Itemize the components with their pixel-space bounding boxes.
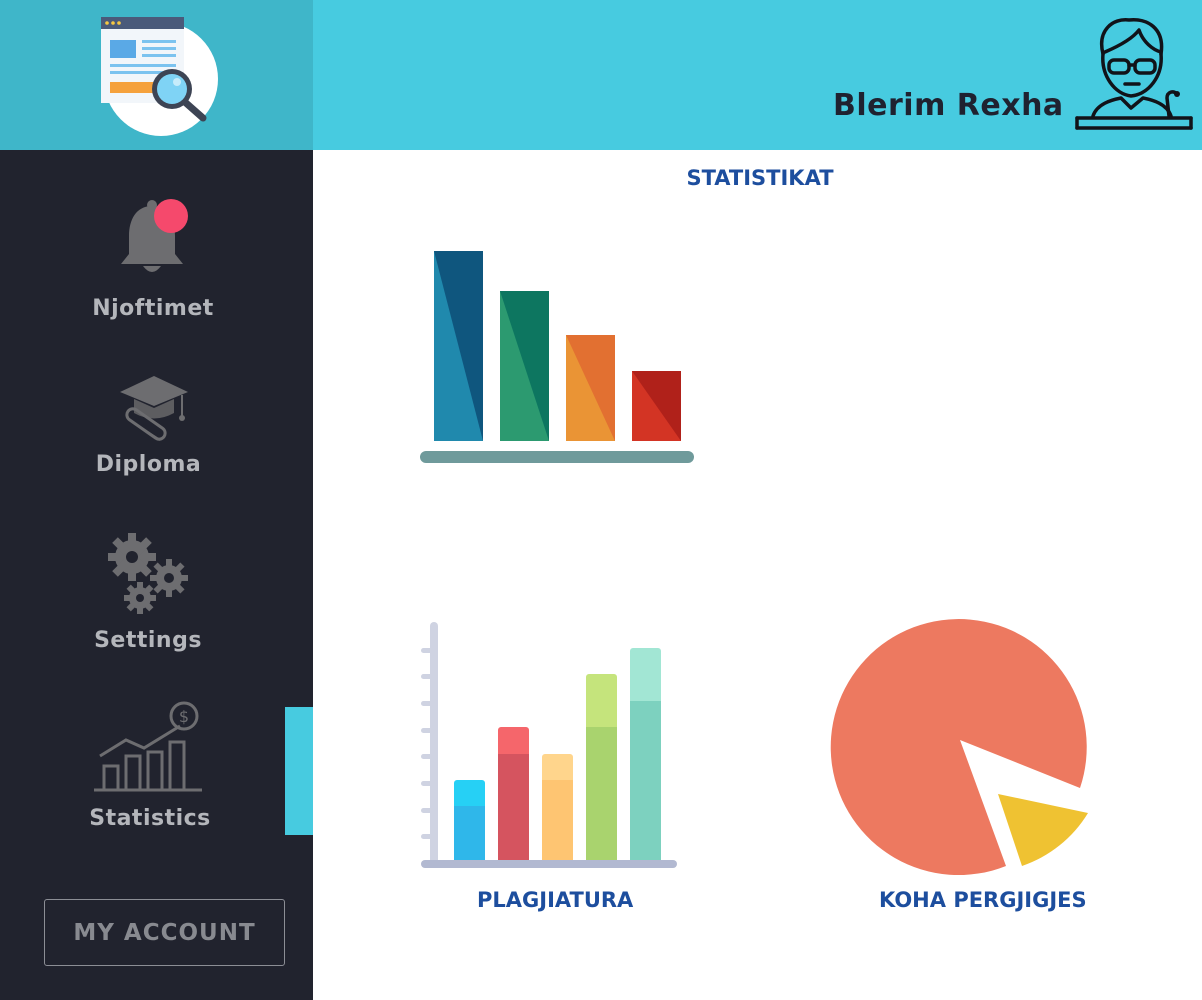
- sidebar-item-label: Settings: [94, 628, 202, 653]
- svg-text:$: $: [179, 707, 189, 726]
- sidebar-item-label: Statistics: [89, 806, 211, 831]
- plagjiatura-chart[interactable]: [415, 618, 685, 873]
- page-title: STATISTIKAT: [686, 166, 834, 190]
- sidebar-item-njoftimet[interactable]: Njoftimet: [0, 196, 300, 321]
- sidebar-item-settings[interactable]: Settings: [0, 530, 300, 653]
- teacher-avatar-icon[interactable]: [1073, 12, 1195, 136]
- my-account-button[interactable]: MY ACCOUNT: [44, 899, 285, 966]
- sidebar-item-label: Diploma: [95, 452, 202, 477]
- active-nav-indicator: [285, 707, 313, 835]
- gears-icon: [108, 533, 188, 614]
- sidebar-item-label: Njoftimet: [92, 296, 214, 321]
- stacked-bar-chart-icon: [421, 622, 677, 868]
- graduation-cap-diploma-icon: [120, 376, 188, 441]
- document-search-logo-icon: [101, 17, 218, 136]
- logo-area[interactable]: [0, 0, 313, 150]
- plagjiatura-label[interactable]: PLAGJIATURA: [477, 888, 633, 912]
- top-bar: Blerim Rexha: [313, 0, 1202, 150]
- bar-chart-illustration-icon: [420, 251, 694, 463]
- bell-icon: [121, 199, 188, 272]
- bar-growth-dollar-icon: $: [94, 701, 202, 792]
- sidebar-item-statistics[interactable]: $ Statistics: [0, 700, 300, 831]
- user-name[interactable]: Blerim Rexha: [833, 88, 1064, 123]
- app-window: Njoftimet Diploma Settings $ Statistics …: [0, 0, 1202, 1000]
- koha-pergjigjes-label[interactable]: KOHA PERGJIGJES: [879, 888, 1087, 912]
- pie-chart-icon: [830, 619, 1088, 876]
- koha-pergjigjes-chart[interactable]: [826, 606, 1096, 876]
- notification-badge: [154, 199, 188, 233]
- sidebar-item-diploma[interactable]: Diploma: [0, 372, 300, 477]
